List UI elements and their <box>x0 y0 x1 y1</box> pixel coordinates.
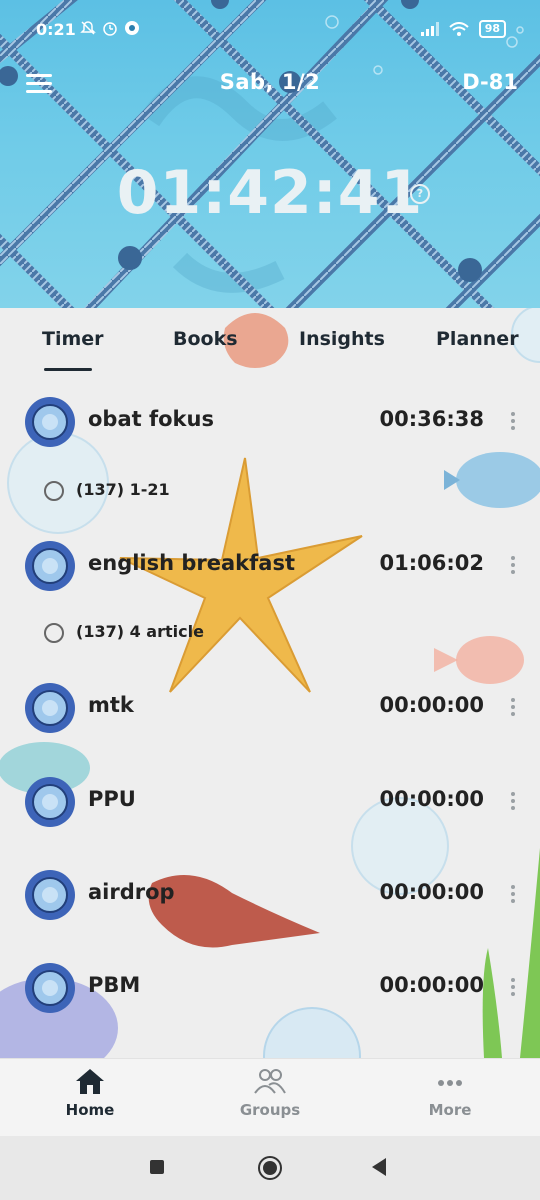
kebab-menu-icon[interactable] <box>510 412 516 432</box>
nav-home-label: Home <box>65 1101 115 1119</box>
subject-row[interactable]: mtk 00:00:00 <box>0 678 540 738</box>
kebab-menu-icon[interactable] <box>510 698 516 718</box>
subject-name: obat fokus <box>88 407 214 431</box>
help-icon[interactable]: ? <box>410 184 430 204</box>
subject-row[interactable]: PBM 00:00:00 <box>0 958 540 1018</box>
play-porthole-icon[interactable] <box>24 540 76 592</box>
subject-row[interactable]: english breakfast 01:06:02 <box>0 536 540 596</box>
system-navigation-bar <box>0 1136 540 1200</box>
nav-home[interactable]: Home <box>30 1067 150 1119</box>
battery-icon: 98 <box>478 20 506 38</box>
active-tab-indicator <box>44 368 92 371</box>
tab-bar: Timer Books Insights Planner <box>0 308 540 378</box>
subject-row[interactable]: obat fokus 00:36:38 <box>0 392 540 452</box>
nav-more[interactable]: More <box>390 1067 510 1119</box>
bell-muted-icon <box>80 21 96 35</box>
tab-books[interactable]: Books <box>173 328 238 350</box>
task-checkbox[interactable] <box>44 623 64 643</box>
home-icon <box>76 1069 104 1094</box>
wifi-icon <box>449 22 469 36</box>
bottom-navigation: Home Groups More <box>0 1058 540 1137</box>
play-porthole-icon[interactable] <box>24 962 76 1014</box>
kebab-menu-icon[interactable] <box>510 978 516 998</box>
subject-time: 00:00:00 <box>379 880 484 904</box>
task-label: (137) 4 article <box>76 622 204 641</box>
subject-name: PPU <box>88 787 136 811</box>
subject-row[interactable]: airdrop 00:00:00 <box>0 865 540 925</box>
task-checkbox[interactable] <box>44 481 64 501</box>
subject-time: 00:00:00 <box>379 693 484 717</box>
subject-time: 01:06:02 <box>379 551 484 575</box>
kebab-menu-icon[interactable] <box>510 885 516 905</box>
recents-button[interactable] <box>150 1160 164 1174</box>
groups-icon <box>254 1069 286 1094</box>
subject-row[interactable]: PPU 00:00:00 <box>0 772 540 832</box>
subject-time: 00:36:38 <box>379 407 484 431</box>
nav-more-label: More <box>428 1101 472 1119</box>
date-label[interactable]: Sab, 1/2 <box>0 70 540 94</box>
task-item[interactable]: (137) 1-21 <box>0 470 540 510</box>
main-content: Timer Books Insights Planner obat fokus … <box>0 308 540 1058</box>
task-label: (137) 1-21 <box>76 480 170 499</box>
header-banner: 0:21 98 Sab, 1/2 D-81 01:42:41 ? <box>0 0 540 308</box>
signal-icon <box>420 22 439 36</box>
kebab-menu-icon[interactable] <box>510 792 516 812</box>
tab-timer[interactable]: Timer <box>42 328 104 350</box>
kebab-menu-icon[interactable] <box>510 556 516 576</box>
subject-name: english breakfast <box>88 551 295 575</box>
more-icon <box>438 1080 462 1086</box>
subject-name: PBM <box>88 973 141 997</box>
subject-time: 00:00:00 <box>379 973 484 997</box>
home-button[interactable] <box>258 1156 282 1180</box>
play-porthole-icon[interactable] <box>24 776 76 828</box>
total-study-timer: 01:42:41 <box>116 158 424 228</box>
play-porthole-icon[interactable] <box>24 869 76 921</box>
top-bar: Sab, 1/2 D-81 <box>0 64 540 104</box>
subject-time: 00:00:00 <box>379 787 484 811</box>
back-button[interactable] <box>372 1158 386 1176</box>
subject-name: airdrop <box>88 880 175 904</box>
tab-insights[interactable]: Insights <box>299 328 385 350</box>
status-bar: 0:21 98 <box>0 0 540 60</box>
subject-name: mtk <box>88 693 134 717</box>
task-item[interactable]: (137) 4 article <box>0 612 540 652</box>
play-porthole-icon[interactable] <box>24 396 76 448</box>
nav-groups[interactable]: Groups <box>210 1067 330 1119</box>
settings-icon <box>125 21 139 35</box>
dday-counter[interactable]: D-81 <box>462 70 518 94</box>
nav-groups-label: Groups <box>239 1101 301 1119</box>
alarm-icon <box>103 22 117 36</box>
status-time: 0:21 <box>36 20 76 39</box>
play-porthole-icon[interactable] <box>24 682 76 734</box>
tab-planner[interactable]: Planner <box>436 328 519 350</box>
